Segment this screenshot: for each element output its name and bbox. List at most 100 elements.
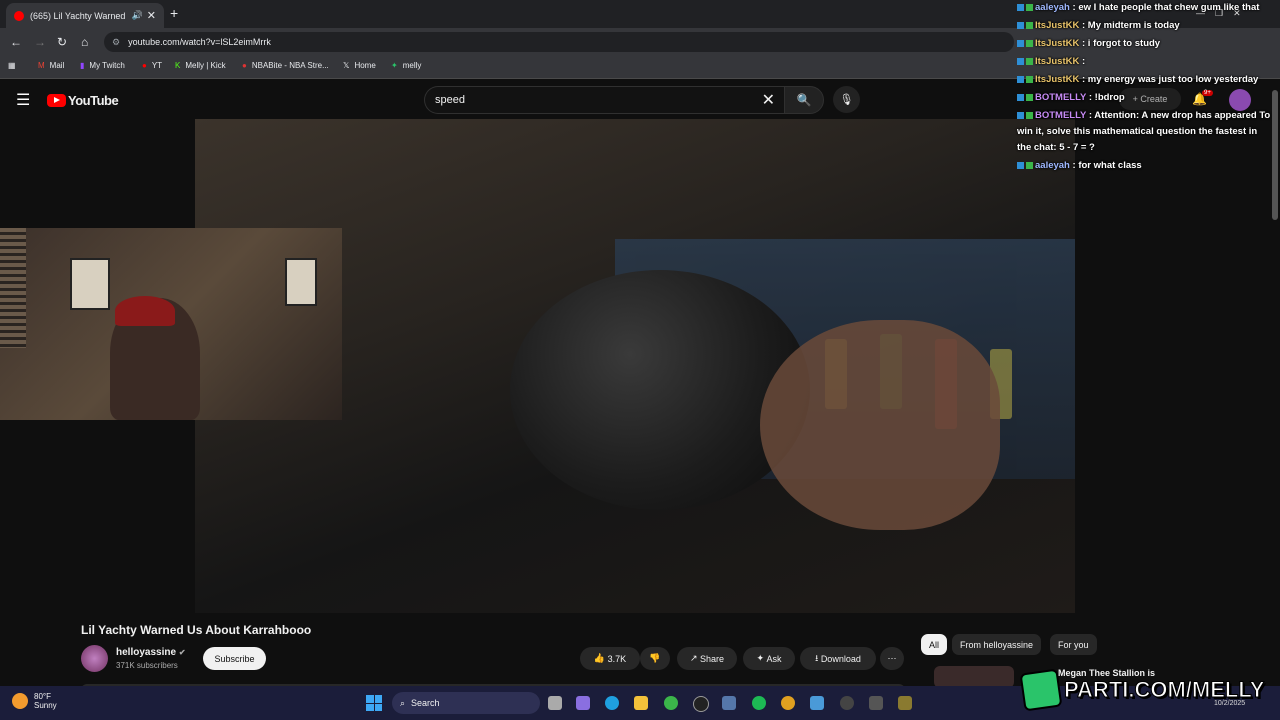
search-button[interactable]: 🔍: [784, 86, 824, 114]
channel-avatar[interactable]: [81, 645, 108, 672]
photos-icon[interactable]: [810, 696, 824, 710]
stream-chat-overlay: aaleyah : ew I hate people that chew gum…: [1017, 0, 1272, 176]
chat-separator: :: [1079, 74, 1088, 85]
chat-username[interactable]: BOTMELLY: [1035, 92, 1086, 103]
chat-message: BOTMELLY : !bdrop: [1017, 90, 1272, 106]
bookmark-x-home[interactable]: 𝕏 Home: [343, 61, 376, 70]
badge-icon: [1026, 111, 1033, 119]
more-actions-button[interactable]: ⋯: [880, 647, 904, 670]
thumbs-down-icon: 👎: [649, 653, 661, 663]
file-explorer-icon[interactable]: [634, 696, 648, 710]
task-view-icon[interactable]: [548, 696, 562, 710]
search-icon: ⌕: [400, 697, 406, 708]
weather-widget[interactable]: 80°F Sunny: [12, 692, 57, 710]
bookmark-nbabite[interactable]: ● NBABite - NBA Stre...: [242, 61, 329, 70]
badge-icon: [1017, 57, 1024, 65]
chat-username[interactable]: BOTMELLY: [1035, 110, 1086, 121]
search-query: speed: [435, 94, 465, 106]
chat-message: aaleyah : ew I hate people that chew gum…: [1017, 0, 1272, 16]
chat-message: ItsJustKK : My midterm is today: [1017, 18, 1272, 34]
reload-icon[interactable]: ↻: [57, 35, 67, 49]
badge-icon: [1017, 3, 1024, 11]
hand-image: [760, 320, 1000, 530]
chat-username[interactable]: ItsJustKK: [1035, 38, 1079, 49]
taskbar-search[interactable]: ⌕ Search: [392, 692, 540, 714]
bookmark-mail[interactable]: M Mail: [38, 61, 64, 70]
microphone-image: [510, 270, 810, 510]
chrome-icon[interactable]: [781, 696, 795, 710]
chip-from-channel[interactable]: From helloyassine: [952, 634, 1042, 655]
chat-username[interactable]: ItsJustKK: [1035, 56, 1079, 67]
download-button[interactable]: ⭳ Download: [800, 647, 876, 670]
youtube-logo[interactable]: YouTube: [47, 93, 119, 108]
voice-search-button[interactable]: 🎙: [833, 86, 860, 113]
chat-scrollbar[interactable]: [1272, 90, 1278, 220]
badge-icon: [1026, 93, 1033, 101]
home-icon[interactable]: ⌂: [81, 35, 88, 49]
chat-separator: :: [1079, 56, 1086, 67]
chat-username[interactable]: aaleyah: [1035, 160, 1070, 171]
chat-username[interactable]: ItsJustKK: [1035, 20, 1079, 31]
store-icon[interactable]: [722, 696, 736, 710]
wall-frame: [70, 258, 110, 310]
parti-overlay: PARTI.COM/MELLY: [1019, 668, 1265, 712]
back-icon[interactable]: ←: [10, 35, 22, 49]
start-button[interactable]: [366, 695, 382, 711]
bookmark-twitch[interactable]: ▮ My Twitch: [80, 61, 125, 70]
bookmark-yt[interactable]: ● YT: [142, 61, 162, 70]
search-input[interactable]: speed ✕: [424, 86, 785, 114]
sparkle-icon: ✦: [756, 653, 764, 663]
badge-icon: [1026, 161, 1033, 169]
spotify-icon[interactable]: [752, 696, 766, 710]
badge-icon: [1017, 161, 1024, 169]
subscriber-count: 371K subscribers: [116, 661, 178, 670]
app-icon[interactable]: [869, 696, 883, 710]
app-icon[interactable]: [898, 696, 912, 710]
chat-username[interactable]: ItsJustKK: [1035, 74, 1079, 85]
close-tab-icon[interactable]: ✕: [147, 9, 156, 22]
badge-icon: [1026, 57, 1033, 65]
copilot-icon[interactable]: [576, 696, 590, 710]
badge-icon: [1017, 111, 1024, 119]
address-bar[interactable]: ⚙ youtube.com/watch?v=lSL2eimMrrk: [104, 32, 1014, 52]
badge-icon: [1026, 21, 1033, 29]
bookmark-melly[interactable]: ✦ melly: [391, 61, 421, 70]
browser-tab[interactable]: (665) Lil Yachty Warned Us About Karrahb…: [6, 3, 164, 28]
menu-icon[interactable]: ☰: [16, 90, 30, 110]
like-button[interactable]: 👍 3.7K: [580, 647, 640, 670]
edge-icon[interactable]: [605, 696, 619, 710]
more-icon: ⋯: [887, 653, 897, 663]
apps-grid-icon[interactable]: ▦: [8, 61, 21, 70]
chat-message: ItsJustKK : my energy was just too low y…: [1017, 72, 1272, 88]
media-player-icon[interactable]: [840, 696, 854, 710]
channel-name[interactable]: helloyassine ✔: [116, 647, 186, 658]
clear-search-icon[interactable]: ✕: [762, 90, 775, 110]
forward-icon[interactable]: →: [34, 35, 46, 49]
obs-icon[interactable]: [693, 696, 709, 712]
chat-message: ItsJustKK :: [1017, 54, 1272, 70]
streamer-hat: [115, 296, 175, 326]
chip-for-you[interactable]: For you: [1050, 634, 1097, 655]
new-tab-button[interactable]: +: [170, 5, 178, 21]
dislike-button[interactable]: 👎: [640, 647, 670, 670]
speaker-icon[interactable]: 🔊: [132, 10, 143, 21]
chat-message: BOTMELLY : Attention: A new drop has app…: [1017, 108, 1272, 156]
chat-username[interactable]: aaleyah: [1035, 2, 1070, 13]
recommended-thumbnail[interactable]: [934, 666, 1014, 688]
share-button[interactable]: ↗ Share: [677, 647, 737, 670]
subscribe-button[interactable]: Subscribe: [203, 647, 266, 670]
ask-button[interactable]: ✦ Ask: [743, 647, 795, 670]
chat-message: aaleyah : for what class: [1017, 158, 1272, 174]
badge-icon: [1026, 3, 1033, 11]
parti-logo: [1019, 668, 1063, 712]
chat-text: my energy was just too low yesterday: [1087, 74, 1259, 85]
xbox-icon[interactable]: [664, 696, 678, 710]
chip-all[interactable]: All: [921, 634, 948, 655]
site-info-icon[interactable]: ⚙: [112, 37, 120, 48]
bookmark-kick[interactable]: K Melly | Kick: [175, 61, 226, 70]
webcam-overlay: [0, 228, 342, 420]
chat-text: for what class: [1078, 160, 1142, 171]
tab-title: (665) Lil Yachty Warned Us About Karrahb…: [30, 10, 128, 21]
badge-icon: [1017, 93, 1024, 101]
sun-icon: [12, 693, 28, 709]
